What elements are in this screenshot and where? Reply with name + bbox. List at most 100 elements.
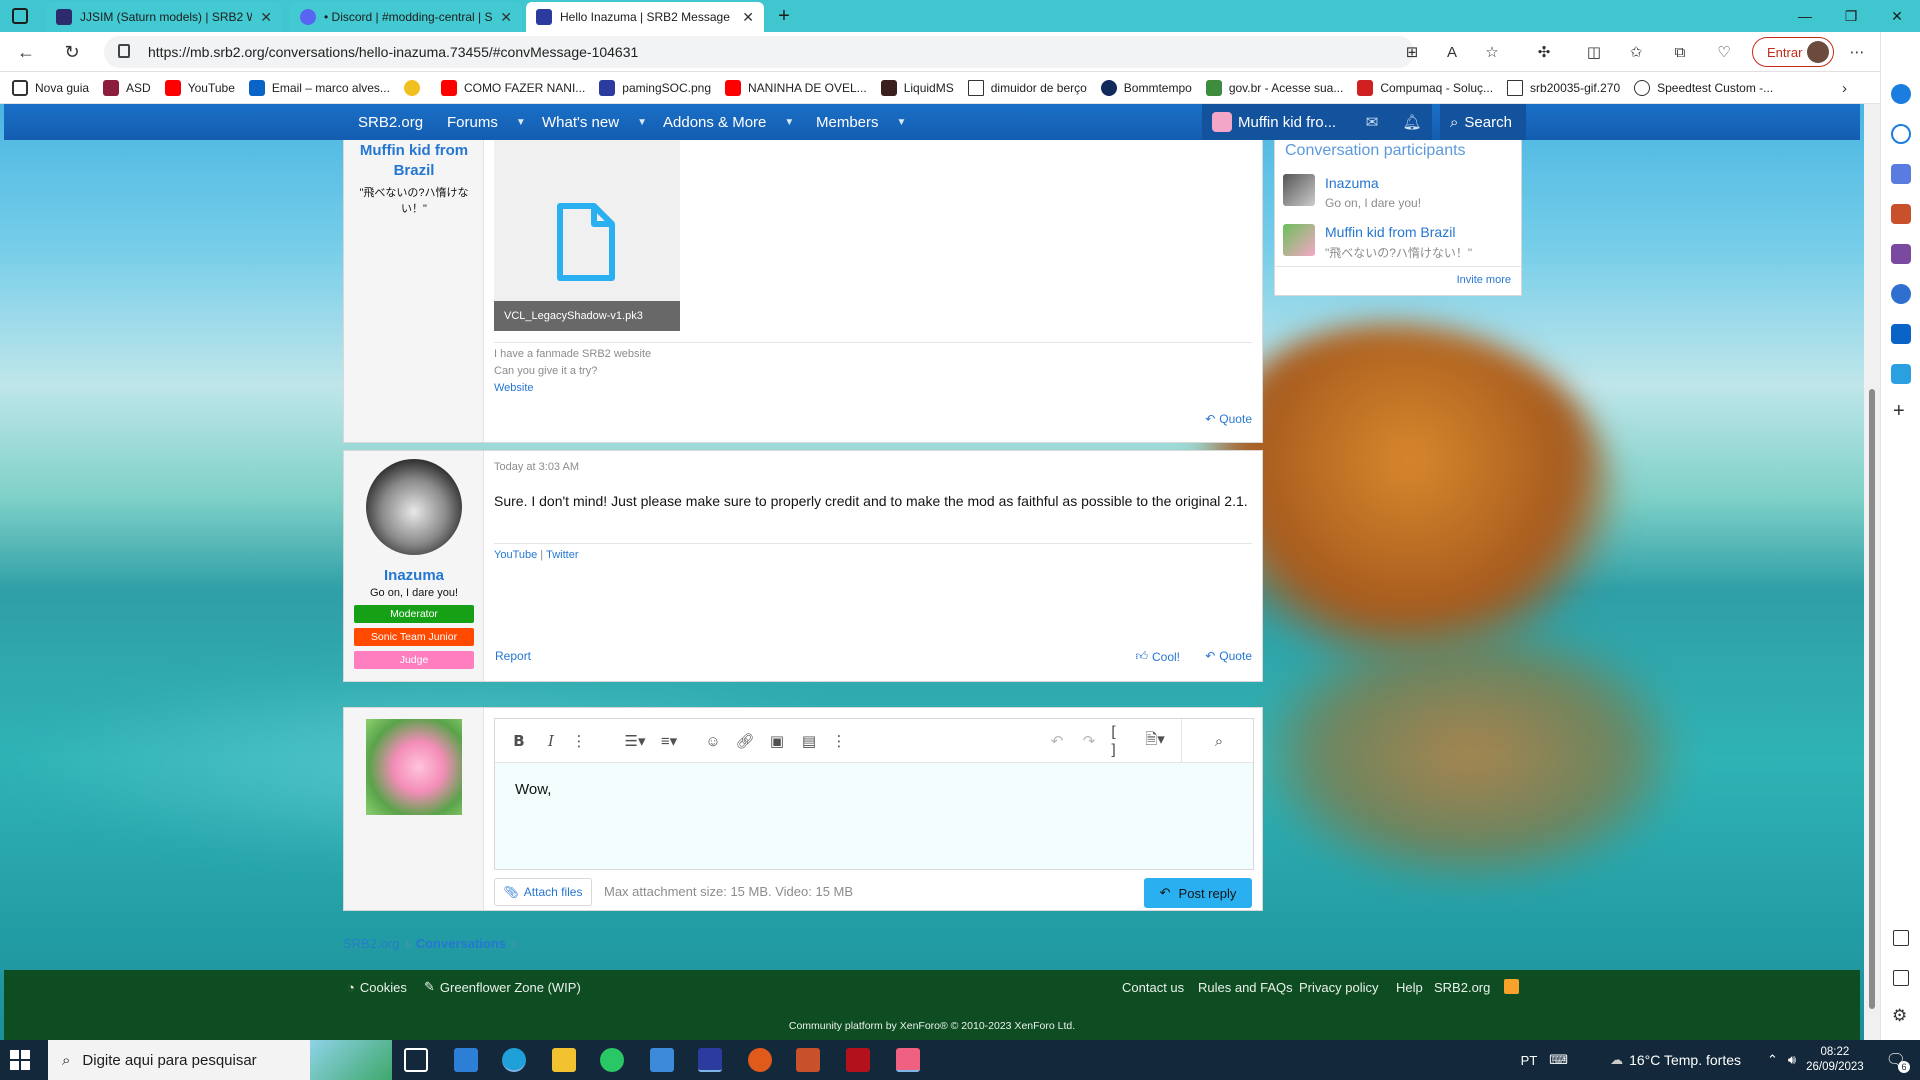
bookmark[interactable]: ASD — [103, 79, 151, 96]
invite-more-link[interactable]: Invite more — [1457, 274, 1511, 286]
keyboard-icon[interactable]: ⌨ — [1549, 1052, 1568, 1068]
image-icon[interactable]: ▣ — [767, 731, 787, 751]
search-icon[interactable] — [1891, 124, 1911, 144]
participant-name[interactable]: Inazuma — [1325, 175, 1379, 191]
srb2-icon[interactable] — [698, 1048, 722, 1072]
align-icon[interactable]: ≡▾ — [653, 731, 685, 751]
bookmark[interactable]: Email – marco alves... — [248, 79, 390, 96]
chevron-down-icon[interactable]: ▼ — [784, 117, 794, 128]
breadcrumb-conversations[interactable]: Conversations — [416, 936, 506, 951]
attachment-filename[interactable]: VCL_LegacyShadow-v1.pk3 — [494, 301, 680, 331]
refresh-button[interactable]: ↻ — [58, 38, 86, 66]
collections-icon[interactable]: ⧉ — [1668, 40, 1692, 64]
chevron-down-icon[interactable]: ▼ — [897, 117, 907, 128]
attachment-thumbnail[interactable]: VCL_LegacyShadow-v1.pk3 — [494, 140, 680, 331]
bookmark[interactable]: YouTube — [164, 79, 235, 96]
add-icon[interactable]: + — [1893, 400, 1905, 423]
nav-forums[interactable]: Forums ▼ — [447, 104, 526, 140]
open-external-icon[interactable] — [1893, 970, 1909, 986]
task-view-icon[interactable] — [404, 1048, 428, 1072]
cookies-link[interactable]: ◔ Cookies — [347, 980, 407, 995]
message-input[interactable]: Wow, — [515, 781, 551, 798]
search-button[interactable]: ⌕ Search — [1440, 104, 1526, 140]
extensions-icon[interactable]: ✣ — [1532, 40, 1556, 64]
rss-icon[interactable] — [1504, 979, 1519, 994]
author-name[interactable]: Inazuma — [344, 567, 484, 584]
avatar[interactable] — [1283, 224, 1315, 256]
privacy-policy-link[interactable]: Privacy policy — [1299, 980, 1378, 995]
sidebar-toggle-icon[interactable] — [1893, 930, 1909, 946]
animate-icon[interactable] — [846, 1048, 870, 1072]
scrollbar-thumb[interactable] — [1869, 389, 1875, 1009]
close-window-button[interactable]: ✕ — [1874, 0, 1920, 32]
edge-icon[interactable] — [502, 1048, 526, 1072]
taskbar-search[interactable]: ⌕ Digite aqui para pesquisar — [48, 1040, 392, 1080]
send-icon[interactable] — [1891, 364, 1911, 384]
browser-essentials-icon[interactable]: ♡ — [1712, 40, 1736, 64]
more-options-icon[interactable]: ⋮ — [569, 731, 589, 751]
author-name[interactable]: Brazil — [344, 162, 484, 179]
weather-text[interactable]: 16°C Temp. fortes — [1629, 1052, 1741, 1068]
help-link[interactable]: Help — [1396, 980, 1423, 995]
nav-whats-new[interactable]: What's new ▼ — [542, 104, 647, 140]
avatar[interactable] — [366, 719, 462, 815]
copilot-icon[interactable] — [1891, 284, 1911, 304]
mail-icon[interactable] — [454, 1048, 478, 1072]
new-tab-button[interactable]: + — [772, 4, 796, 28]
file-explorer-icon[interactable] — [552, 1048, 576, 1072]
bookmark[interactable]: pamingSOC.png — [599, 79, 711, 96]
url-field[interactable]: https://mb.srb2.org/conversations/hello-… — [104, 36, 1414, 68]
fl-studio-icon[interactable] — [748, 1048, 772, 1072]
tab-discord[interactable]: • Discord | #modding-central | Sc ✕ — [290, 2, 522, 32]
attach-files-button[interactable]: 📎︎ Attach files — [494, 878, 592, 906]
nav-account[interactable]: Muffin kid fro... — [1202, 104, 1352, 140]
media-icon[interactable]: ▤ — [799, 731, 819, 751]
windows-start-icon[interactable] — [10, 1050, 30, 1070]
bookmark[interactable]: Nova guia — [12, 79, 89, 96]
split-screen-icon[interactable]: ◫ — [1582, 40, 1606, 64]
drafts-icon[interactable]: 🗎▾ — [1139, 731, 1171, 751]
app-icon[interactable] — [896, 1048, 920, 1072]
avatar[interactable] — [1283, 174, 1315, 206]
bookmark[interactable]: Compumaq - Soluç... — [1357, 79, 1493, 96]
style-chooser-link[interactable]: ✎ Greenflower Zone (WIP) — [424, 979, 581, 995]
weather-icon[interactable]: ☁ — [1610, 1052, 1623, 1068]
whatsapp-icon[interactable] — [600, 1048, 624, 1072]
bookmark[interactable]: Speedtest Custom -... — [1634, 79, 1773, 96]
tab-actions-icon[interactable] — [12, 8, 28, 24]
bbcode-toggle-icon[interactable]: [ ] — [1109, 723, 1129, 759]
bookmark[interactable]: srb20035-gif.270 — [1507, 79, 1620, 96]
page-scrollbar[interactable] — [1864, 104, 1880, 1040]
report-link[interactable]: Report — [495, 649, 531, 663]
store-icon[interactable] — [650, 1048, 674, 1072]
nav-members[interactable]: Members ▼ — [816, 104, 906, 140]
list-icon[interactable]: ☰▾ — [619, 731, 651, 751]
read-aloud-icon[interactable]: A — [1440, 40, 1464, 64]
tag-icon[interactable] — [1891, 164, 1911, 184]
close-icon[interactable]: ✕ — [742, 9, 754, 26]
avatar[interactable] — [366, 459, 462, 555]
chevron-right-icon[interactable]: › — [1842, 80, 1847, 97]
rules-faqs-link[interactable]: Rules and FAQs — [1198, 980, 1293, 995]
volume-icon[interactable]: 🔊︎ — [1788, 1052, 1796, 1068]
games-icon[interactable] — [1891, 244, 1911, 264]
game-icon[interactable] — [796, 1048, 820, 1072]
nav-addons[interactable]: Addons & More ▼ — [663, 104, 794, 140]
bookmark[interactable] — [403, 79, 427, 96]
home-link[interactable]: SRB2.org — [1434, 980, 1490, 995]
bell-icon[interactable] — [1891, 84, 1911, 104]
close-icon[interactable]: ✕ — [260, 9, 272, 26]
alerts-button[interactable]: 🔔︎ — [1392, 104, 1432, 140]
quote-button[interactable]: ↶ Quote — [1205, 412, 1252, 426]
bookmark[interactable]: dimuidor de berço — [967, 79, 1087, 96]
language-indicator[interactable]: PT — [1521, 1053, 1538, 1068]
app-available-icon[interactable]: ⊞ — [1400, 40, 1424, 64]
settings-gear-icon[interactable]: ⚙ — [1892, 1006, 1907, 1026]
tab-hello-inazuma[interactable]: Hello Inazuma | SRB2 Message Bo ✕ — [526, 2, 764, 32]
more-options-icon[interactable]: ⋮ — [829, 731, 849, 751]
bookmark[interactable]: NANINHA DE OVEL... — [725, 79, 867, 96]
signature-website-link[interactable]: Website — [494, 382, 534, 394]
message-timestamp[interactable]: Today at 3:03 AM — [494, 461, 579, 473]
minimize-button[interactable]: — — [1782, 0, 1828, 32]
youtube-link[interactable]: YouTube — [494, 549, 537, 561]
